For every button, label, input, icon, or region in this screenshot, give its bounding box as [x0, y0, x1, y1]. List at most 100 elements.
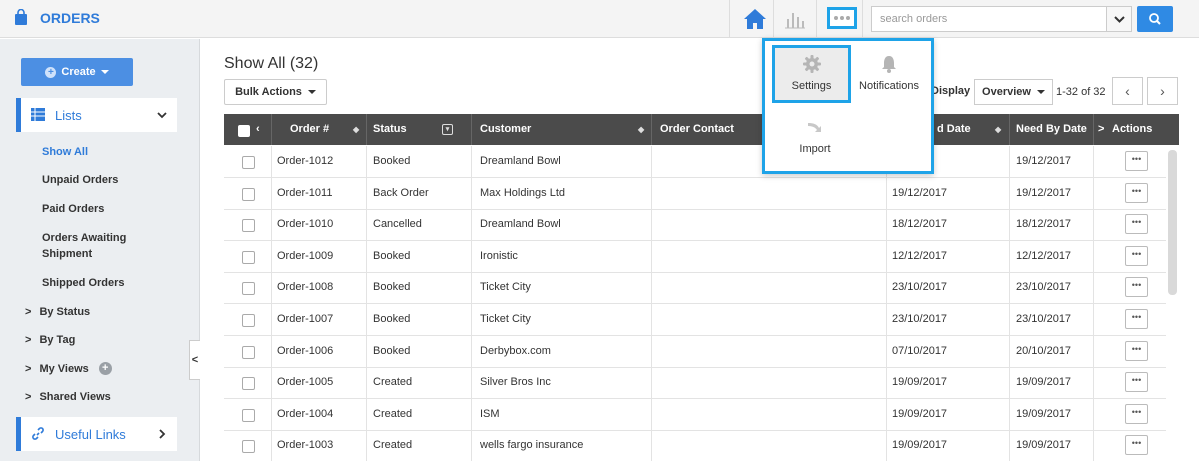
row-checkbox[interactable]: [242, 219, 255, 233]
cell-order-number[interactable]: Order-1003: [277, 430, 333, 461]
settings-menu-item[interactable]: Settings: [772, 45, 851, 103]
table-row[interactable]: Order-1007 Booked Ticket City 23/10/2017 23/…: [224, 304, 1166, 336]
row-checkbox[interactable]: [242, 250, 255, 264]
add-view-icon[interactable]: +: [98, 362, 112, 375]
notifications-menu-item[interactable]: Notifications: [854, 48, 924, 92]
cell-order-number[interactable]: Order-1008: [277, 272, 333, 303]
bulk-actions-button[interactable]: Bulk Actions: [224, 79, 327, 105]
bar-chart-icon[interactable]: [783, 9, 807, 29]
sidebar-item-orders-awaiting-shipment[interactable]: Orders Awaiting Shipment: [42, 230, 172, 262]
sidebar-group-shared-views[interactable]: > Shared Views: [25, 391, 111, 403]
row-actions-button[interactable]: •••: [1125, 214, 1148, 235]
table-row[interactable]: Order-1011 Back Order Max Holdings Ltd 19/1…: [224, 177, 1166, 210]
search-input[interactable]: [872, 7, 1106, 31]
row-checkbox[interactable]: [242, 440, 255, 454]
chevron-right-icon: >: [25, 334, 32, 346]
cell-customer[interactable]: Silver Bros Inc: [480, 367, 551, 398]
sidebar-group-by-status[interactable]: > By Status: [25, 306, 90, 318]
row-actions-button[interactable]: •••: [1125, 151, 1148, 171]
vertical-scrollbar[interactable]: [1168, 150, 1177, 295]
view-select[interactable]: Overview: [974, 79, 1053, 105]
cell-order-number[interactable]: Order-1012: [277, 146, 333, 177]
sidebar-group-my-views[interactable]: > My Views +: [25, 362, 112, 375]
cell-date: 19/09/2017: [892, 439, 948, 452]
filter-icon[interactable]: ▾: [442, 124, 453, 135]
cell-customer[interactable]: Max Holdings Ltd: [480, 178, 565, 209]
divider: [471, 367, 472, 399]
sort-icon[interactable]: ◆: [638, 114, 644, 145]
cell-order-number[interactable]: Order-1005: [277, 367, 333, 398]
create-button[interactable]: + Create: [21, 58, 133, 86]
row-checkbox[interactable]: [242, 408, 255, 422]
row-actions-button[interactable]: •••: [1125, 245, 1148, 266]
row-checkbox[interactable]: [242, 282, 255, 296]
cell-order-number[interactable]: Order-1011: [277, 178, 332, 209]
col-date[interactable]: d Date: [937, 114, 971, 145]
table-row[interactable]: Order-1006 Booked Derbybox.com 07/10/2017 20…: [224, 335, 1166, 368]
table-row[interactable]: Order-1010 Cancelled Dreamland Bowl 18/12/2…: [224, 209, 1166, 242]
cell-customer[interactable]: Ticket City: [480, 272, 531, 303]
cell-order-number[interactable]: Order-1006: [277, 336, 333, 367]
row-checkbox[interactable]: [242, 187, 255, 201]
col-order-number[interactable]: Order #: [290, 114, 329, 145]
col-need-by-date[interactable]: Need By Date: [1016, 114, 1087, 145]
useful-links-panel[interactable]: Useful Links: [16, 417, 177, 451]
divider: [271, 146, 272, 177]
cell-order-number[interactable]: Order-1010: [277, 209, 333, 240]
col-order-contact[interactable]: Order Contact: [660, 114, 734, 145]
cell-customer[interactable]: Dreamland Bowl: [480, 209, 561, 240]
table-row[interactable]: Order-1004 Created ISM 19/09/2017 19/09/2017…: [224, 398, 1166, 431]
more-options-button[interactable]: [827, 7, 857, 29]
sidebar-item-shipped-orders[interactable]: Shipped Orders: [42, 275, 172, 291]
sidebar-item-unpaid-orders[interactable]: Unpaid Orders: [42, 172, 172, 188]
table-row[interactable]: Order-1003 Created wells fargo insurance 19…: [224, 430, 1166, 461]
cell-customer[interactable]: Dreamland Bowl: [480, 146, 561, 177]
divider: [471, 335, 472, 367]
select-all-checkbox[interactable]: [238, 125, 250, 137]
home-icon[interactable]: [740, 6, 770, 32]
table-row[interactable]: Order-1005 Created Silver Bros Inc 19/09/20…: [224, 367, 1166, 400]
lists-panel[interactable]: Lists: [16, 98, 177, 132]
row-actions-button[interactable]: •••: [1125, 372, 1148, 393]
col-customer[interactable]: Customer: [480, 114, 531, 145]
header-caret[interactable]: ‹: [256, 114, 260, 145]
top-bar: ORDERS: [0, 0, 1199, 38]
row-actions-button[interactable]: •••: [1125, 435, 1148, 456]
row-actions-button[interactable]: •••: [1125, 182, 1148, 203]
next-page-button[interactable]: ›: [1147, 77, 1178, 105]
row-checkbox[interactable]: [242, 377, 255, 391]
cell-customer[interactable]: wells fargo insurance: [480, 430, 583, 461]
cell-order-number[interactable]: Order-1004: [277, 399, 333, 430]
row-actions-button[interactable]: •••: [1125, 277, 1148, 298]
prev-page-button[interactable]: ‹: [1112, 77, 1143, 105]
cell-order-number[interactable]: Order-1009: [277, 241, 333, 272]
cell-order-number[interactable]: Order-1007: [277, 304, 333, 335]
sort-icon[interactable]: ◆: [353, 114, 359, 145]
search-button[interactable]: [1137, 6, 1173, 32]
row-actions-button[interactable]: •••: [1125, 340, 1148, 361]
cell-customer[interactable]: Ironistic: [480, 241, 518, 272]
cell-customer[interactable]: Ticket City: [480, 304, 531, 335]
col-status[interactable]: Status: [373, 114, 407, 145]
cell-customer[interactable]: Derbybox.com: [480, 336, 551, 367]
table-row[interactable]: Order-1012BookedDreamland Bowl1719/12/20…: [224, 146, 1166, 178]
sidebar-item-show-all[interactable]: Show All: [42, 144, 172, 160]
table-row[interactable]: Order-1008 Booked Ticket City 23/10/2017 23/…: [224, 272, 1166, 305]
cell-customer[interactable]: ISM: [480, 399, 500, 430]
sort-icon[interactable]: ◆: [995, 114, 1001, 145]
divider: [471, 114, 472, 145]
row-checkbox[interactable]: [242, 314, 255, 327]
table-row[interactable]: Order-1009 Booked Ironistic 12/12/2017 12/12…: [224, 240, 1166, 273]
row-checkbox[interactable]: [242, 156, 255, 169]
row-actions-button[interactable]: •••: [1125, 309, 1148, 329]
sidebar-group-by-tag[interactable]: > By Tag: [25, 334, 75, 346]
col-actions-arrow[interactable]: >: [1098, 114, 1104, 145]
row-actions-button[interactable]: •••: [1125, 403, 1148, 424]
import-menu-item[interactable]: Import: [775, 111, 855, 155]
collapse-sidebar-button[interactable]: <: [189, 340, 200, 380]
search-dropdown[interactable]: [1106, 7, 1131, 31]
sidebar-item-paid-orders[interactable]: Paid Orders: [42, 201, 172, 217]
divider: [886, 367, 887, 399]
row-checkbox[interactable]: [242, 345, 255, 359]
cell-need-by-date: 12/12/2017: [1016, 249, 1072, 262]
